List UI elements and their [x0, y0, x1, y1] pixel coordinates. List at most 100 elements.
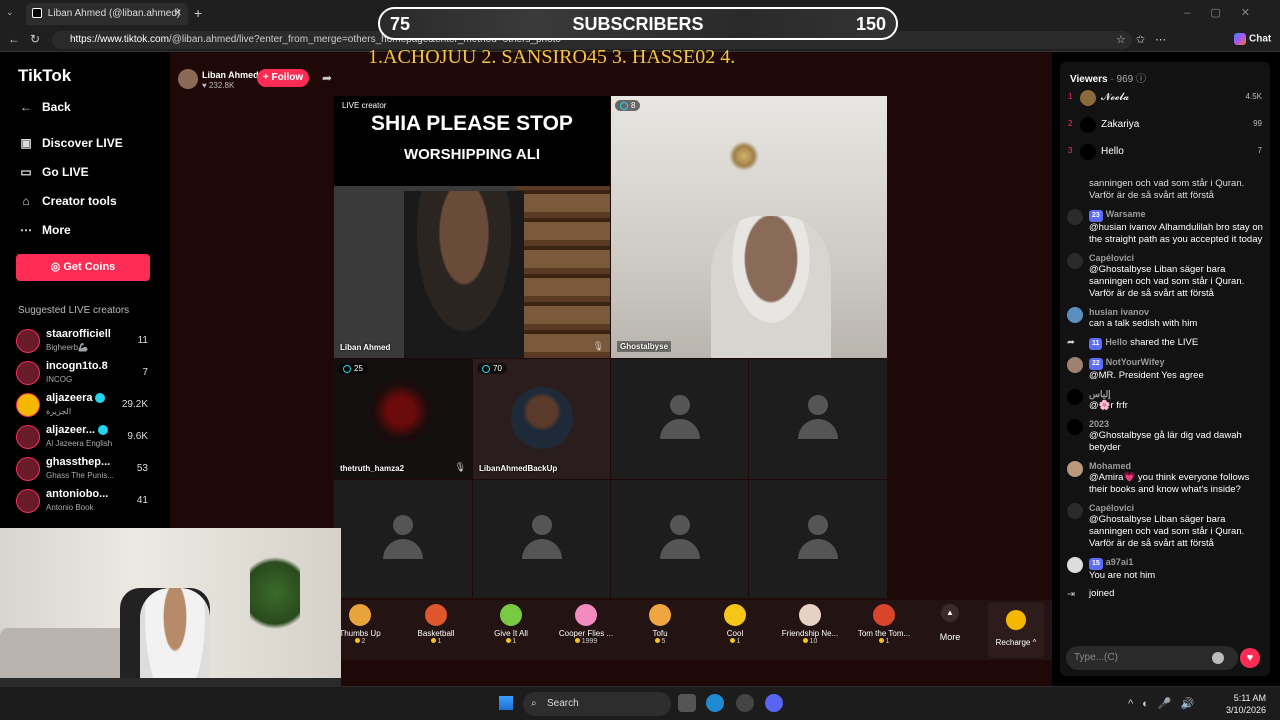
guest-video-person	[711, 216, 831, 358]
chat-message: Mohamed @Amira💗 you think everyone follow…	[1064, 460, 1264, 496]
discord-icon[interactable]	[765, 694, 783, 712]
video-host[interactable]: SHIA PLEASE STOP WORSHIPPING ALI LIVE cr…	[334, 96, 610, 358]
avatar	[1067, 419, 1083, 435]
windows-start-icon[interactable]	[499, 696, 513, 710]
guest-count-badge: 70	[477, 363, 507, 374]
nav-discover-live[interactable]: ▣ Discover LIVE	[18, 136, 122, 150]
nav-buttons[interactable]: ←↻	[8, 32, 50, 46]
verified-icon	[97, 425, 108, 436]
recharge-button[interactable]: Recharge ^	[988, 602, 1044, 658]
guest-avatar	[369, 379, 433, 443]
avatar	[16, 457, 40, 481]
avatar	[16, 361, 40, 385]
top-viewer[interactable]: 1 𝓝𝓮𝓮𝓵𝓪 4.5K	[1068, 90, 1262, 108]
tab-close-icon[interactable]: ✕	[174, 3, 182, 25]
participant-name: Liban Ahmed	[340, 343, 391, 352]
plant	[250, 548, 300, 638]
video-guest[interactable]: 25 thetruth_hamza2 🎙	[334, 359, 472, 479]
viewers-header[interactable]: Viewers · 969 ⓘ	[1070, 70, 1146, 85]
chat-message: 15 a97ai1 You are not him	[1064, 556, 1264, 582]
coin-icon	[1006, 610, 1026, 630]
browser-tab[interactable]: Liban Ahmed (@liban.ahmed) ✕	[26, 3, 188, 25]
empty-seat[interactable]	[749, 359, 887, 479]
share-icon[interactable]: ➦	[322, 71, 332, 85]
gift-item[interactable]: Tofu 5	[624, 604, 696, 645]
suggested-creator[interactable]: aljazeera الجزيرة 29.2K	[16, 391, 156, 421]
chevron-up-icon: ▲	[941, 604, 959, 622]
guest-count-badge: 25	[338, 363, 368, 374]
browser-toolbar-icons[interactable]: ☆✩⋯	[1116, 33, 1176, 46]
suggested-creator[interactable]: incogn1to.8 INCOG 7	[16, 359, 156, 389]
chat-message: 23 Warsame @husian ivanov Alhamdulilah bro…	[1064, 208, 1264, 246]
share-icon: ➦	[1067, 337, 1075, 348]
avatar	[16, 329, 40, 353]
gift-tom-icon	[873, 604, 895, 626]
search-icon: ⌕	[531, 698, 537, 709]
avatar	[1067, 307, 1083, 323]
gift-item[interactable]: Friendship Ne... 10	[774, 604, 846, 645]
empty-seat[interactable]	[473, 480, 610, 598]
avatar	[1067, 557, 1083, 573]
gift-more-button[interactable]: ▲ More	[930, 604, 970, 642]
empty-seat[interactable]	[334, 480, 472, 598]
back-button[interactable]: ← Back	[18, 100, 71, 114]
url-host: https://www.tiktok.com	[70, 34, 169, 45]
task-view-icon[interactable]	[678, 694, 696, 712]
live-icon: ▣	[20, 136, 32, 150]
suggested-creator[interactable]: antoniobo... Antonio Book 41	[16, 487, 156, 517]
gift-item[interactable]: Tom the Tom... 1	[848, 604, 920, 645]
host-avatar[interactable]	[178, 69, 198, 89]
copilot-chat-button[interactable]: Chat	[1234, 33, 1271, 45]
subscriber-goal-bar: 75 SUBSCRIBERS 150	[378, 7, 898, 40]
gift-item[interactable]: Cooper Flies ... 1999	[550, 604, 622, 645]
suggested-creator[interactable]: ghassthep... Ghass The Punis... 53	[16, 455, 156, 485]
suggested-creator[interactable]: staarofficiell Bigheerb🦾 11	[16, 327, 156, 357]
host-name[interactable]: Liban Ahmed	[202, 70, 259, 80]
person-placeholder-icon	[798, 395, 838, 443]
get-coins-button[interactable]: ◎ Get Coins	[16, 254, 150, 281]
tiktok-favicon-icon	[32, 8, 42, 19]
avatar	[16, 489, 40, 513]
gift-item[interactable]: Give It All 1	[475, 604, 547, 645]
info-icon: ⓘ	[1135, 74, 1146, 85]
follow-button[interactable]: + Follow	[257, 69, 309, 87]
system-tray[interactable]: ^◐🎤🔊	[1128, 697, 1203, 710]
taskbar-clock[interactable]: 5:11 AM 3/10/2026	[1226, 692, 1266, 716]
chat-message: husian ivanov can a talk sedish with him	[1064, 306, 1264, 330]
video-guest[interactable]: 8 Ghostalbyse	[611, 96, 887, 358]
taskbar-search[interactable]: ⌕ Search	[523, 692, 671, 716]
person-placeholder-icon	[798, 515, 838, 563]
tab-actions-chevron-icon[interactable]: ⌄	[6, 7, 14, 18]
empty-seat[interactable]	[611, 480, 748, 598]
gift-give-it-all-icon	[500, 604, 522, 626]
tiktok-logo[interactable]: TikTok	[18, 66, 71, 86]
nav-go-live[interactable]: ▭ Go LIVE	[18, 165, 88, 179]
avatar	[1067, 357, 1083, 373]
chat-message: Capélovici @Ghostalbyse Liban säger bara …	[1064, 502, 1264, 550]
top-viewer[interactable]: 2 Zakariya 99	[1068, 117, 1262, 135]
window-controls[interactable]: –▢✕	[1184, 6, 1270, 19]
nav-creator-tools[interactable]: ⌂ Creator tools	[18, 194, 116, 208]
empty-seat[interactable]	[749, 480, 887, 598]
avatar	[1067, 461, 1083, 477]
person-placeholder-icon	[521, 515, 562, 563]
empty-seat[interactable]	[611, 359, 748, 479]
edge-icon[interactable]	[706, 694, 724, 712]
copilot-icon	[1234, 33, 1246, 45]
avatar	[1080, 90, 1096, 106]
nav-more[interactable]: ⋯ More	[18, 223, 71, 237]
suggested-creator[interactable]: aljazeer... Al Jazeera English 9.6K	[16, 423, 156, 453]
gift-cooper-flies-icon	[575, 604, 597, 626]
gift-item[interactable]: Basketball 1	[400, 604, 472, 645]
person-placeholder-icon	[383, 515, 423, 563]
like-heart-button[interactable]: ♥	[1240, 648, 1260, 668]
new-tab-button[interactable]: +	[194, 5, 202, 21]
camera-icon: ▭	[20, 165, 32, 179]
emoji-icon[interactable]	[1212, 652, 1224, 664]
video-guest[interactable]: 70 LibanAhmedBackUp	[473, 359, 610, 479]
obs-icon[interactable]	[736, 694, 754, 712]
top-viewer[interactable]: 3 Hello 7	[1068, 144, 1262, 162]
suggested-title: Suggested LIVE creators	[18, 305, 130, 316]
gift-item[interactable]: Cool 1	[699, 604, 771, 645]
host-video-person	[404, 191, 524, 358]
